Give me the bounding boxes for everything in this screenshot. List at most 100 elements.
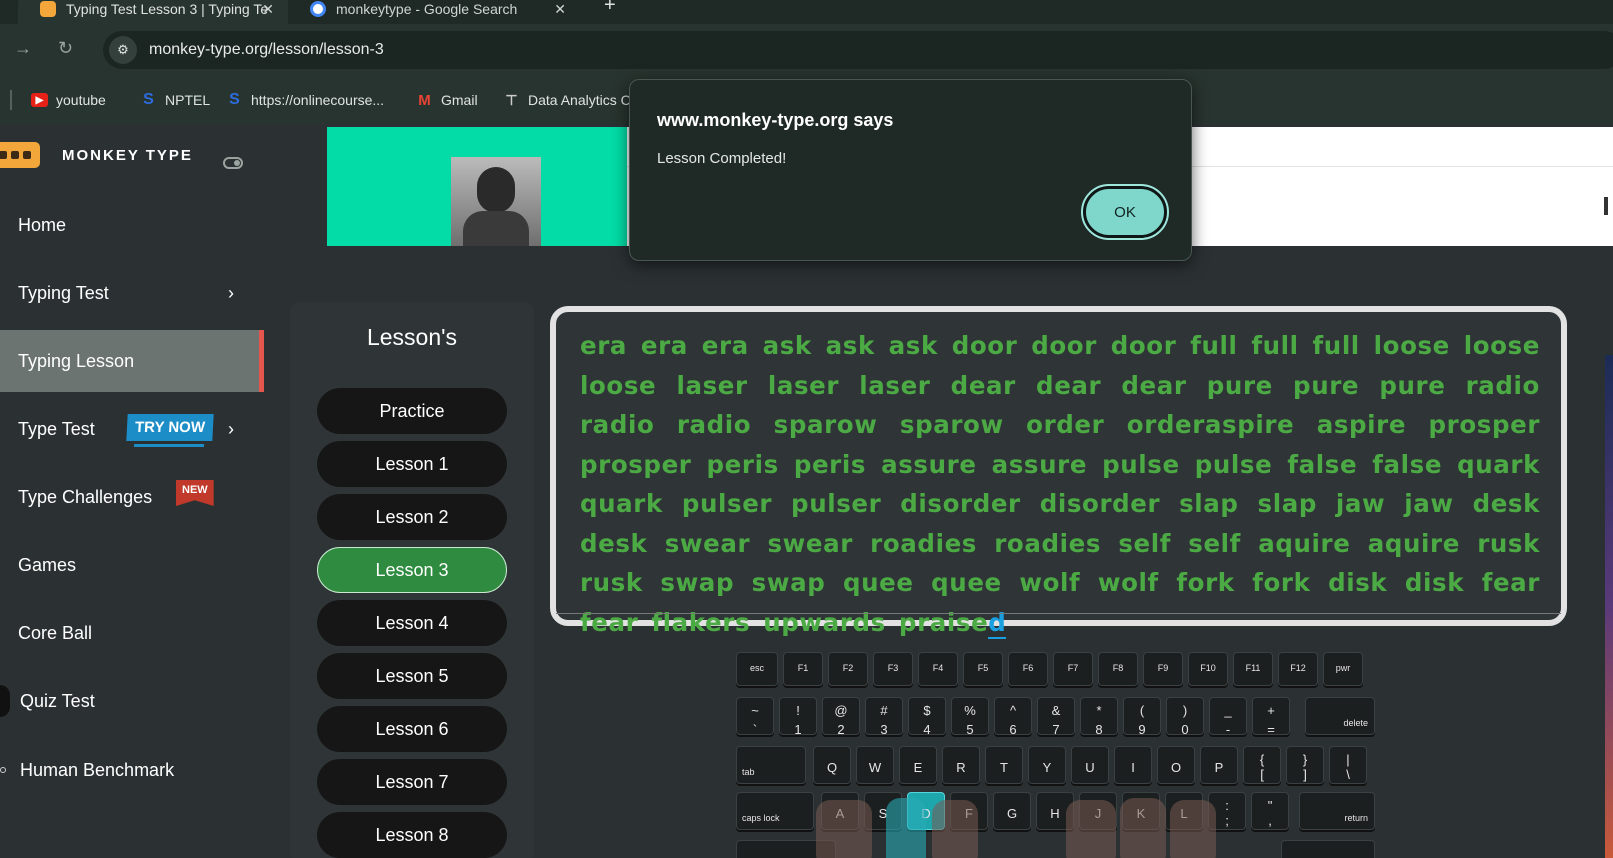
key-f7: F7 bbox=[1053, 652, 1093, 686]
lesson-button-2[interactable]: Lesson 2 bbox=[317, 494, 507, 540]
s-icon: S bbox=[229, 91, 240, 108]
typing-text-box[interactable]: era era era ask ask ask door door door f… bbox=[550, 306, 1567, 639]
lessons-panel: Lesson's Practice Lesson 1 Lesson 2 Less… bbox=[290, 302, 534, 858]
key-y: Y bbox=[1028, 746, 1066, 784]
key-r: R bbox=[942, 746, 980, 784]
key-f10: F10 bbox=[1188, 652, 1228, 686]
s-icon: S bbox=[143, 91, 154, 108]
monkeytype-favicon-icon bbox=[40, 1, 56, 17]
key-w: W bbox=[856, 746, 894, 784]
right-edge-image bbox=[1605, 355, 1613, 858]
browser-toolbar: → ↻ ⚙ monkey-type.org/lesson/lesson-3 bbox=[0, 24, 1613, 76]
theme-toggle-icon[interactable] bbox=[223, 157, 243, 169]
ad-photo bbox=[451, 157, 541, 246]
sidebar-item-human-benchmark[interactable]: Human Benchmark bbox=[0, 739, 264, 801]
key-i: I bbox=[1114, 746, 1152, 784]
brand-name[interactable]: MONKEY TYPE bbox=[62, 147, 193, 164]
bookmark-label: Gmail bbox=[441, 92, 478, 108]
tab-title: Typing Test Lesson 3 | Typing Te bbox=[66, 1, 269, 17]
lesson-button-5[interactable]: Lesson 5 bbox=[317, 653, 507, 699]
key-quote: ", bbox=[1251, 792, 1289, 830]
key-g: G bbox=[993, 792, 1031, 830]
dialog-message: Lesson Completed! bbox=[657, 150, 787, 167]
forward-icon[interactable]: → bbox=[14, 38, 32, 59]
monkey-logo-icon[interactable] bbox=[0, 142, 40, 168]
typed-text: era era era ask ask ask door door door f… bbox=[580, 326, 1540, 642]
close-tab-icon[interactable]: ✕ bbox=[554, 1, 566, 18]
quiz-icon bbox=[0, 685, 10, 717]
sidebar-item-type-test[interactable]: Type Test TRY NOW › bbox=[0, 398, 264, 460]
key-u: U bbox=[1071, 746, 1109, 784]
key-shift-right bbox=[1281, 840, 1375, 858]
left-finger-highlight bbox=[886, 798, 926, 858]
left-hand-overlay bbox=[816, 800, 872, 858]
sidebar-item-games[interactable]: Games bbox=[0, 534, 264, 596]
sidebar-item-label: Typing Lesson bbox=[18, 350, 135, 371]
right-hand-overlay-2 bbox=[1120, 798, 1166, 858]
browser-tab-active[interactable]: Typing Test Lesson 3 | Typing Te ✕ bbox=[18, 0, 288, 24]
sidebar-item-type-challenges[interactable]: Type Challenges NEW bbox=[0, 466, 264, 528]
lesson-button-3[interactable]: Lesson 3 bbox=[317, 547, 507, 593]
key-8: * 8 bbox=[1080, 697, 1118, 737]
sidebar-item-label: Type Test bbox=[18, 418, 95, 439]
key-1: ! 1 bbox=[779, 697, 817, 737]
lesson-button-6[interactable]: Lesson 6 bbox=[317, 706, 507, 752]
right-hand-overlay bbox=[1066, 800, 1116, 858]
sidebar-item-label: Quiz Test bbox=[20, 690, 95, 711]
key-bracket-right: }] bbox=[1286, 746, 1324, 784]
new-badge: NEW bbox=[176, 480, 214, 506]
gmail-icon: M bbox=[418, 91, 431, 109]
bookmark-label: https://onlinecourse... bbox=[251, 92, 385, 108]
sidebar-item-home[interactable]: Home bbox=[0, 194, 264, 256]
typed-text-main: era era era ask ask ask door door door f… bbox=[580, 331, 1540, 637]
sidebar-item-typing-lesson[interactable]: Typing Lesson bbox=[0, 330, 264, 392]
try-now-badge[interactable]: TRY NOW bbox=[126, 414, 214, 441]
key-minus: _ - bbox=[1209, 697, 1247, 737]
sidebar-item-quiz-test[interactable]: Quiz Test bbox=[0, 670, 264, 732]
browser-tab-bar: Typing Test Lesson 3 | Typing Te ✕ monke… bbox=[0, 0, 1613, 24]
bookmark-gmail[interactable]: M Gmail bbox=[416, 91, 478, 109]
url-text[interactable]: monkey-type.org/lesson/lesson-3 bbox=[149, 41, 384, 59]
chevron-right-icon[interactable]: › bbox=[228, 419, 234, 440]
key-f8: F8 bbox=[1098, 652, 1138, 686]
bookmark-youtube[interactable]: ▶ youtube bbox=[31, 92, 106, 108]
lesson-button-7[interactable]: Lesson 7 bbox=[317, 759, 507, 805]
lesson-button-1[interactable]: Lesson 1 bbox=[317, 441, 507, 487]
ok-button[interactable]: OK bbox=[1081, 184, 1169, 240]
sidebar-item-label: Core Ball bbox=[18, 622, 93, 643]
lesson-button-8[interactable]: Lesson 8 bbox=[317, 812, 507, 858]
key-q: Q bbox=[813, 746, 851, 784]
key-9: (9 bbox=[1123, 697, 1161, 737]
address-bar[interactable]: ⚙ monkey-type.org/lesson/lesson-3 bbox=[103, 31, 1613, 69]
key-2: @2 bbox=[822, 697, 860, 737]
bookmark-nptel[interactable]: S NPTEL bbox=[140, 91, 211, 108]
left-hand-overlay-2 bbox=[932, 800, 978, 858]
key-pwr: pwr bbox=[1323, 652, 1363, 686]
sidebar-item-label: Typing Test bbox=[18, 282, 109, 303]
bookmark-onlinecourses[interactable]: S https://onlinecourse... bbox=[226, 91, 385, 108]
bookmark-label: NPTEL bbox=[165, 92, 211, 108]
key-caps-lock: caps lock bbox=[736, 792, 814, 830]
key-f11: F11 bbox=[1233, 652, 1273, 686]
chevron-right-icon[interactable]: › bbox=[228, 283, 234, 304]
sidebar-item-typing-test[interactable]: Typing Test › bbox=[0, 262, 264, 324]
ad-green-panel bbox=[327, 127, 627, 246]
tab-title: monkeytype - Google Search bbox=[336, 1, 518, 17]
key-delete: delete bbox=[1305, 697, 1375, 735]
key-o: O bbox=[1157, 746, 1195, 784]
close-tab-icon[interactable]: ✕ bbox=[262, 1, 274, 18]
browser-tab[interactable]: monkeytype - Google Search ✕ bbox=[300, 0, 580, 24]
key-f6: F6 bbox=[1008, 652, 1048, 686]
bookmark-data-analytics[interactable]: ⊤ Data Analytics C bbox=[503, 92, 630, 109]
key-7: & 7 bbox=[1037, 697, 1075, 737]
key-f9: F9 bbox=[1143, 652, 1183, 686]
sidebar-item-core-ball[interactable]: Core Ball bbox=[0, 602, 264, 664]
reload-icon[interactable]: ↻ bbox=[58, 38, 73, 59]
key-backslash: | \ bbox=[1329, 746, 1367, 784]
ad-edge-marker bbox=[1604, 197, 1608, 215]
lesson-button-4[interactable]: Lesson 4 bbox=[317, 600, 507, 646]
sidebar-item-label: Games bbox=[18, 554, 77, 575]
new-tab-icon[interactable]: + bbox=[604, 0, 616, 17]
site-info-icon[interactable]: ⚙ bbox=[109, 36, 137, 64]
lesson-button-practice[interactable]: Practice bbox=[317, 388, 507, 434]
